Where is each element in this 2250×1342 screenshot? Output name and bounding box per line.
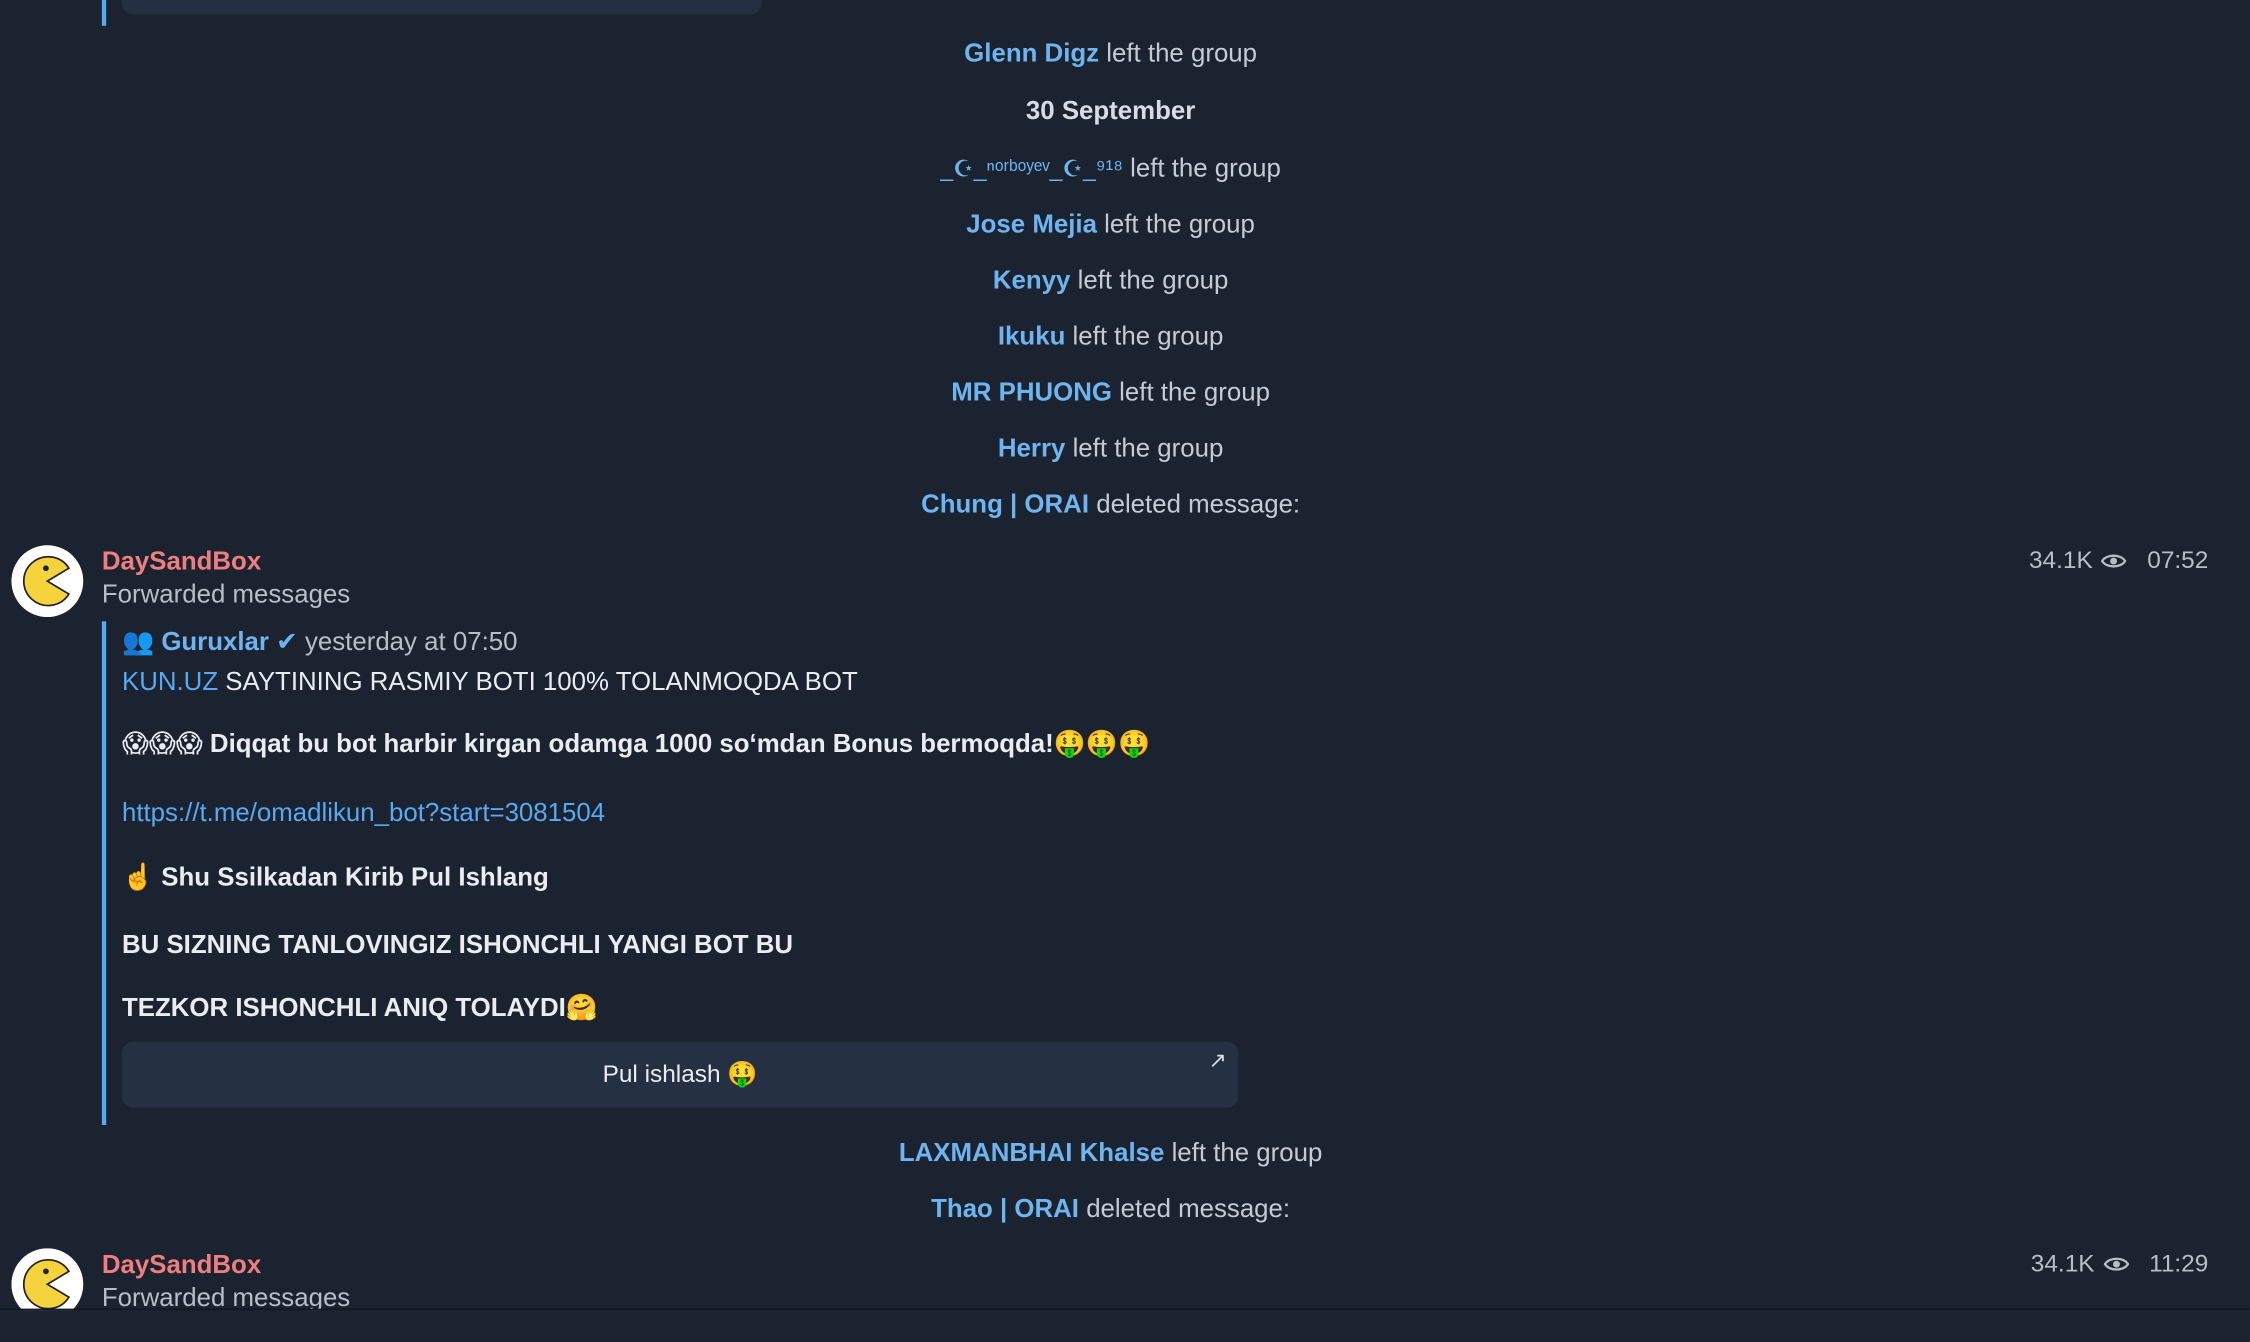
composer-area bbox=[0, 1310, 2250, 1342]
eye-icon bbox=[2103, 1257, 2129, 1271]
service-user-link[interactable]: LAXMANBHAI Khalse bbox=[899, 1138, 1165, 1167]
service-message: Herry left the group bbox=[0, 433, 2221, 463]
service-message: _☪_ⁿᵒʳᵇᵒʸᵉᵛ_☪_⁹¹⁸ left the group bbox=[0, 154, 2221, 184]
avatar[interactable] bbox=[11, 545, 84, 618]
date-separator: 30 September bbox=[1025, 96, 1196, 125]
service-message: Jose Mejia left the group bbox=[0, 209, 2221, 239]
group-icon: 👥 bbox=[121, 627, 155, 656]
pul-ishlash-button[interactable]: Pul ishlash 🤑 ↗ bbox=[121, 1041, 1239, 1108]
service-user-link[interactable]: _☪_ⁿᵒʳᵇᵒʸᵉᵛ_☪_⁹¹⁸ bbox=[940, 158, 1123, 182]
message-meta: 34.1K 07:52 bbox=[2029, 547, 2208, 576]
service-text: left the group bbox=[1130, 153, 1281, 183]
service-text: left the group bbox=[1077, 265, 1229, 295]
origin-time: yesterday at 07:50 bbox=[304, 627, 518, 656]
service-text: left the group bbox=[1072, 433, 1224, 463]
service-user-link[interactable]: Kenyy bbox=[993, 265, 1071, 294]
message-text-line: TEZKOR ISHONCHLI ANIQ TOLAYDI🤗 bbox=[121, 992, 599, 1022]
message-text-line: ☝️ Shu Ssilkadan Kirib Pul Ishlang bbox=[121, 862, 549, 892]
service-text: left the group bbox=[1072, 321, 1224, 351]
service-user-link[interactable]: Jose Mejia bbox=[966, 209, 1097, 238]
service-message: Ikuku left the group bbox=[0, 321, 2221, 351]
service-message: LAXMANBHAI Khalse left the group bbox=[0, 1138, 2221, 1168]
bot-link[interactable]: https://t.me/omadlikun_bot?start=3081504 bbox=[122, 798, 605, 827]
service-user-link[interactable]: Chung | ORAI bbox=[921, 489, 1089, 518]
forward-origin: 👥 Guruxlar ✔ yesterday at 07:50 bbox=[122, 627, 518, 657]
message-text-line: KUN.UZ SAYTINING RASMIY BOTI 100% TOLANM… bbox=[121, 667, 858, 696]
message-text-line: https://t.me/omadlikun_bot?start=3081504 bbox=[122, 798, 605, 828]
service-text: left the group bbox=[1171, 1137, 1323, 1167]
kun-uz-link[interactable]: KUN.UZ bbox=[122, 667, 218, 696]
message-text-line: 😱😱😱 Diqqat bu bot harbir kirgan odamga 1… bbox=[121, 728, 1151, 758]
service-text: left the group bbox=[1119, 377, 1270, 407]
service-user-link[interactable]: Ikuku bbox=[998, 321, 1065, 350]
eye-icon bbox=[2101, 554, 2128, 568]
external-link-arrow-icon: ↗ bbox=[1208, 1048, 1227, 1074]
service-message: Chung | ORAI deleted message: bbox=[0, 489, 2221, 519]
message-time: 07:52 bbox=[2147, 546, 2209, 574]
view-count: 34.1K bbox=[2028, 546, 2093, 574]
chat-history[interactable]: Glenn Digz left the group 30 September _… bbox=[0, 0, 2250, 1342]
origin-channel-link[interactable]: Guruxlar bbox=[161, 627, 269, 657]
quote-bar bbox=[101, 0, 107, 26]
service-message: Kenyy left the group bbox=[0, 265, 2221, 295]
service-text: left the group bbox=[1106, 38, 1258, 68]
quote-bar bbox=[101, 621, 107, 1125]
service-message: MR PHUONG left the group bbox=[0, 377, 2221, 407]
service-message: Thao | ORAI deleted message: bbox=[0, 1194, 2221, 1224]
forwarded-label: Forwarded messages bbox=[101, 579, 351, 609]
inline-button-partial[interactable] bbox=[121, 0, 762, 15]
view-count: 34.1K bbox=[2030, 1249, 2095, 1278]
service-message: Glenn Digz left the group bbox=[0, 39, 2221, 69]
button-label: Pul ishlash 🤑 bbox=[602, 1060, 758, 1088]
message-meta: 34.1K 11:29 bbox=[2031, 1250, 2209, 1279]
service-text: deleted message: bbox=[1096, 489, 1301, 518]
service-text: left the group bbox=[1104, 209, 1255, 239]
message-text-line: BU SIZNING TANLOVINGIZ ISHONCHLI YANGI B… bbox=[121, 929, 794, 959]
sender-name[interactable]: DaySandBox bbox=[102, 1250, 261, 1280]
pacman-avatar-icon bbox=[11, 545, 84, 618]
service-user-link[interactable]: Thao | ORAI bbox=[931, 1194, 1079, 1223]
service-user-link[interactable]: MR PHUONG bbox=[951, 377, 1112, 406]
verified-check-icon: ✔ bbox=[276, 627, 298, 656]
service-text: deleted message: bbox=[1086, 1193, 1291, 1223]
service-user-link[interactable]: Herry bbox=[998, 433, 1065, 462]
service-user-link[interactable]: Glenn Digz bbox=[964, 39, 1099, 68]
message-time: 11:29 bbox=[2149, 1249, 2209, 1278]
sender-name[interactable]: DaySandBox bbox=[102, 547, 261, 577]
